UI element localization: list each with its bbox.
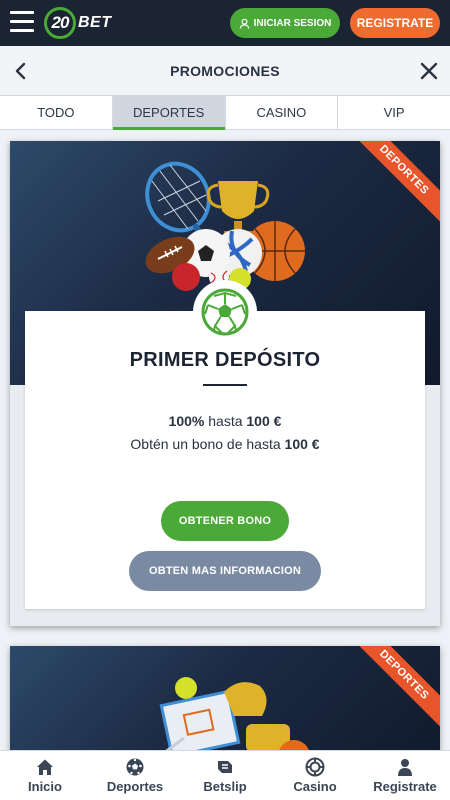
offer-text: hasta <box>204 413 247 429</box>
promo-card: DEPORTES PRIMER DEPÓSITO 100% hasta 100 … <box>10 141 440 626</box>
title-divider <box>203 384 247 386</box>
user-icon <box>239 18 249 29</box>
top-bar: 20 BET INICIAR SESION REGISTRATE <box>0 0 450 46</box>
nav-item-betslip[interactable]: Betslip <box>180 751 270 800</box>
betslip-icon <box>218 761 232 773</box>
logo-text: BET <box>78 14 112 31</box>
sports-equipment-illustration <box>159 677 310 766</box>
page-header: PROMOCIONES <box>0 46 450 96</box>
page-title: PROMOCIONES <box>170 63 280 79</box>
nav-label: Registrate <box>373 779 437 794</box>
category-tabs: TODO DEPORTES CASINO VIP <box>0 96 450 130</box>
logo[interactable]: 20 BET <box>44 7 112 39</box>
bonus-amount: 100 € <box>284 436 320 452</box>
nav-label: Deportes <box>106 779 164 794</box>
nav-item-casino[interactable]: Casino <box>270 751 360 800</box>
user-icon <box>398 759 412 776</box>
tab-vip[interactable]: VIP <box>338 96 450 129</box>
tab-todo[interactable]: TODO <box>0 96 113 129</box>
chevron-left-icon[interactable] <box>10 59 32 83</box>
register-button[interactable]: REGISTRATE <box>350 8 440 38</box>
promo-banner: DEPORTES <box>10 646 440 766</box>
soccer-ball-icon <box>201 288 249 336</box>
bottom-nav: Inicio Deportes Betslip Casino Registrat… <box>0 750 450 800</box>
bonus-text: Obtén un bono de hasta <box>130 436 285 452</box>
nav-item-deportes[interactable]: Deportes <box>90 751 180 800</box>
soccer-ball-icon <box>126 758 144 776</box>
nav-item-inicio[interactable]: Inicio <box>0 751 90 800</box>
close-icon[interactable] <box>418 60 440 82</box>
more-info-button[interactable]: OBTEN MAS INFORMACION <box>129 551 321 591</box>
tab-deportes[interactable]: DEPORTES <box>112 96 226 130</box>
get-bonus-button[interactable]: OBTENER BONO <box>161 501 289 541</box>
offer-percent: 100% <box>168 413 205 429</box>
menu-icon[interactable] <box>10 11 34 33</box>
tab-casino[interactable]: CASINO <box>226 96 339 129</box>
login-button[interactable]: INICIAR SESION <box>230 8 340 38</box>
promo-title: PRIMER DEPÓSITO <box>129 349 321 371</box>
promo-bonus-line: Obtén un bono de hasta 100 € <box>10 436 440 452</box>
nav-label: Betslip <box>203 779 247 794</box>
login-label: INICIAR SESION <box>253 17 332 29</box>
home-icon <box>37 759 53 775</box>
casino-chip-icon <box>305 757 325 777</box>
promo-offer-line: 100% hasta 100 € <box>10 413 440 429</box>
promo-card: DEPORTES <box>10 646 440 766</box>
offer-amount: 100 € <box>246 413 282 429</box>
nav-item-registrate[interactable]: Registrate <box>360 751 450 800</box>
logo-badge: 20 <box>44 7 76 39</box>
nav-label: Inicio <box>28 779 62 794</box>
soccer-badge <box>193 280 257 344</box>
nav-label: Casino <box>293 779 337 794</box>
